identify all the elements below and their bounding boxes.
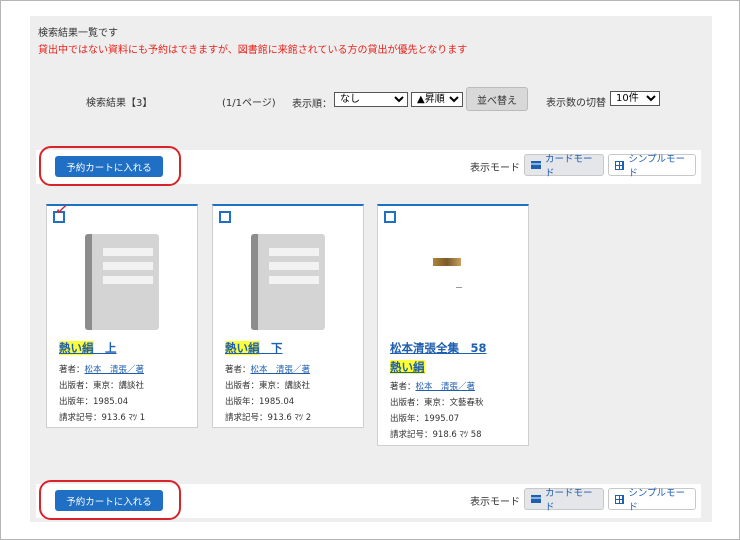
grid-icon	[615, 160, 625, 170]
card-icon	[531, 495, 542, 503]
book-cover-image	[433, 258, 461, 266]
toolbar-bottom: 予約カートに入れる 表示モード カードモード シンプルモード	[36, 480, 701, 520]
simple-mode-button[interactable]: シンプルモード	[608, 488, 696, 513]
author-link[interactable]: 松本 清張／著	[251, 365, 311, 375]
select-checkbox[interactable]	[219, 211, 231, 223]
book-placeholder-icon	[85, 234, 159, 330]
book-title[interactable]: 松本清張全集 58	[390, 340, 487, 356]
order-select[interactable]: ▲昇順	[411, 92, 463, 107]
card-mode-button[interactable]: カードモード	[524, 154, 604, 179]
book-subtitle[interactable]: 熱い絹	[390, 359, 425, 375]
book-publisher: 出版者：東京：講談社	[59, 381, 145, 391]
per-page-select[interactable]: 10件	[610, 91, 660, 106]
book-year: 出版年：1985.04	[225, 397, 295, 407]
result-count: 検索結果【3】	[86, 98, 153, 109]
book-placeholder-icon	[251, 234, 325, 330]
book-call-number: 請求記号：913.6 ﾏﾂ 2	[225, 413, 312, 423]
loan-notice: 貸出中ではない資料にも予約はできますが、図書館に来館されている方の貸出が優先とな…	[38, 45, 468, 56]
book-call-number: 請求記号：913.6 ﾏﾂ 1	[59, 413, 146, 423]
book-title[interactable]: 熱い絹 下	[225, 340, 283, 356]
author-link[interactable]: 松本 清張／著	[416, 382, 476, 392]
toolbar-top: 予約カートに入れる 表示モード カードモード シンプルモード	[36, 146, 701, 186]
sort-select[interactable]: なし	[334, 92, 408, 107]
sort-label: 表示順：	[292, 99, 332, 110]
book-author: 著者：松本 清張／著	[390, 382, 476, 392]
page-heading: 検索結果一覧です	[38, 28, 118, 39]
simple-mode-button[interactable]: シンプルモード	[608, 154, 696, 179]
add-to-cart-button[interactable]: 予約カートに入れる	[55, 156, 163, 177]
grid-icon	[615, 494, 625, 504]
add-to-cart-button[interactable]: 予約カートに入れる	[55, 490, 163, 511]
book-card[interactable]: 熱い絹 下 著者：松本 清張／著 出版者：東京：講談社 出版年：1985.04 …	[212, 204, 364, 428]
author-link[interactable]: 松本 清張／著	[85, 365, 145, 375]
mode-label: 表示モード	[470, 497, 520, 508]
book-author: 著者：松本 清張／著	[59, 365, 145, 375]
page-info: (1/1ページ)	[222, 98, 276, 109]
card-mode-button[interactable]: カードモード	[524, 488, 604, 513]
sort-button[interactable]: 並べ替え	[466, 87, 528, 111]
check-icon: ✓	[53, 198, 70, 221]
book-year: 出版年：1985.04	[59, 397, 129, 407]
book-title[interactable]: 熱い絹 上	[59, 340, 117, 356]
per-page-label: 表示数の切替	[546, 98, 606, 109]
book-year: 出版年：1995.07	[390, 414, 460, 424]
book-card[interactable]: ✓ 熱い絹 上 著者：松本 清張／著 出版者：東京：講談社 出版年：1985.0…	[46, 199, 198, 428]
select-checkbox[interactable]	[384, 211, 396, 223]
book-publisher: 出版者：東京：講談社	[225, 381, 311, 391]
book-card[interactable]: 松本清張全集 58 熱い絹 著者：松本 清張／著 出版者：東京：文藝春秋 出版年…	[377, 204, 529, 446]
book-author: 著者：松本 清張／著	[225, 365, 311, 375]
mode-label: 表示モード	[470, 163, 520, 174]
book-call-number: 請求記号：918.6 ﾏﾂ 58	[390, 430, 482, 440]
card-icon	[531, 161, 542, 169]
book-publisher: 出版者：東京：文藝春秋	[390, 398, 484, 408]
